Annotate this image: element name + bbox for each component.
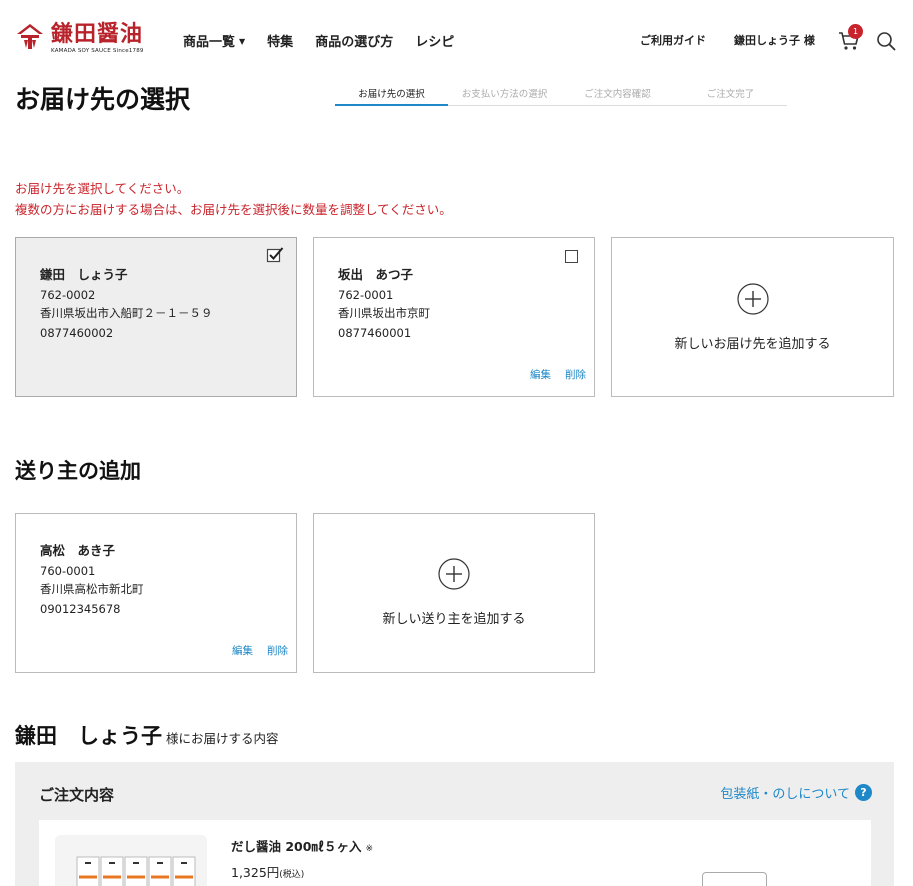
order-title: ご注文内容 <box>39 786 115 804</box>
logo-emblem-icon <box>17 24 43 49</box>
nav-how-to-choose[interactable]: 商品の選び方 <box>315 31 393 50</box>
destination-name: 坂出 あつ子 <box>338 267 414 282</box>
step-confirm: ご注文内容確認 <box>561 84 674 106</box>
nav-recipes[interactable]: レシピ <box>415 31 454 50</box>
destination-address: 香川県坂出市京町 <box>338 306 430 320</box>
sender-address: 香川県高松市新北町 <box>40 582 144 596</box>
quantity-input[interactable] <box>702 872 767 886</box>
site-header: 鎌田醤油 KAMADA SOY SAUCE Since1789 商品一覧 ▼ 特集… <box>0 0 913 80</box>
instruction-multiple: 複数の方にお届けする場合は、お届け先を選択後に数量を調整してください。 <box>15 202 452 217</box>
checkbox-checked-icon[interactable] <box>266 246 284 264</box>
recipient-suffix: 様にお届けする内容 <box>166 731 279 746</box>
main-nav: 商品一覧 ▼ 特集 商品の選び方 レシピ <box>183 31 476 50</box>
caret-down-icon: ▼ <box>239 37 246 46</box>
checkout-steps: お届け先の選択 お支払い方法の選択 ご注文内容確認 ご注文完了 <box>335 84 787 106</box>
logo-text: 鎌田醤油 <box>51 21 144 47</box>
nav-features[interactable]: 特集 <box>267 31 293 50</box>
recipient-heading: 鎌田 しょう子 様にお届けする内容 <box>15 720 279 750</box>
delete-sender-link[interactable]: 削除 <box>267 643 288 658</box>
destination-zip: 762-0001 <box>338 288 394 302</box>
instruction-select: お届け先を選択してください。 <box>15 181 190 196</box>
page-title: お届け先の選択 <box>15 85 191 114</box>
destination-card-2[interactable]: 坂出 あつ子 762-0001 香川県坂出市京町 0877460001 編集 削… <box>313 237 595 397</box>
add-destination-card[interactable]: 新しいお届け先を追加する <box>611 237 894 397</box>
wrapping-info-link[interactable]: 包装紙・のしについて ? <box>720 783 872 802</box>
sender-card-1[interactable]: 高松 あき子 760-0001 香川県高松市新北町 09012345678 編集… <box>15 513 297 673</box>
product-price: 1,325円(税込) <box>231 865 305 880</box>
step-payment: お支払い方法の選択 <box>448 84 561 106</box>
sender-phone: 09012345678 <box>40 602 121 616</box>
guide-link[interactable]: ご利用ガイド <box>640 32 706 48</box>
product-box-icon <box>55 835 207 886</box>
step-destination: お届け先の選択 <box>335 84 448 106</box>
add-sender-card[interactable]: 新しい送り主を追加する <box>313 513 595 673</box>
nav-products[interactable]: 商品一覧 ▼ <box>183 31 245 50</box>
site-logo[interactable]: 鎌田醤油 KAMADA SOY SAUCE Since1789 <box>15 22 151 56</box>
sender-zip: 760-0001 <box>40 564 96 578</box>
destination-phone: 0877460001 <box>338 326 412 340</box>
search-icon[interactable] <box>876 31 896 51</box>
help-icon: ? <box>855 784 872 801</box>
order-panel: ご注文内容 包装紙・のしについて ? だし醤油 200㎖５ヶ入 ※ 1,325円… <box>15 762 894 886</box>
user-name-link[interactable]: 鎌田しょう子 様 <box>734 32 815 48</box>
plus-circle-icon <box>438 558 470 590</box>
plus-circle-icon <box>736 283 769 315</box>
step-complete: ご注文完了 <box>674 84 787 106</box>
cart-count-badge: 1 <box>848 24 863 39</box>
sender-section-title: 送り主の追加 <box>15 459 141 483</box>
product-name[interactable]: だし醤油 200㎖５ヶ入 ※ <box>231 836 373 855</box>
destination-zip: 762-0002 <box>40 288 96 302</box>
destination-checkbox[interactable] <box>565 250 578 263</box>
edit-sender-link[interactable]: 編集 <box>232 643 253 658</box>
delete-destination-link[interactable]: 削除 <box>565 367 586 382</box>
destination-address: 香川県坂出市入船町２－１－５９ <box>40 306 213 320</box>
logo-subtext: KAMADA SOY SAUCE Since1789 <box>51 48 144 54</box>
edit-destination-link[interactable]: 編集 <box>530 367 551 382</box>
destination-name: 鎌田 しょう子 <box>40 267 128 282</box>
recipient-name: 鎌田 しょう子 <box>15 724 162 748</box>
product-image[interactable] <box>55 835 207 886</box>
order-item: だし醤油 200㎖５ヶ入 ※ 1,325円(税込) <box>39 820 871 886</box>
add-destination-label: 新しいお届け先を追加する <box>674 337 831 352</box>
add-sender-label: 新しい送り主を追加する <box>382 612 526 627</box>
sender-name: 高松 あき子 <box>40 543 116 558</box>
destination-card-1[interactable]: 鎌田 しょう子 762-0002 香川県坂出市入船町２－１－５９ 0877460… <box>15 237 297 397</box>
destination-phone: 0877460002 <box>40 326 114 340</box>
